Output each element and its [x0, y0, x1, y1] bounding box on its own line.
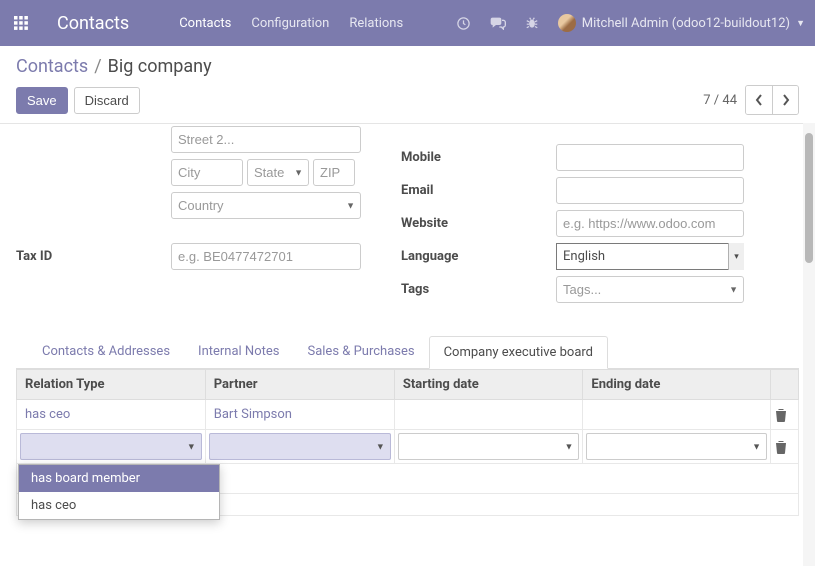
breadcrumb-current: Big company — [108, 56, 212, 77]
relation-type-menu[interactable]: has board member has ceo — [18, 464, 220, 520]
tab-bar: Contacts & Addresses Internal Notes Sale… — [16, 335, 799, 369]
contact-info-column: Mobile Email Website Language English ▾ — [401, 126, 799, 309]
nav-configuration[interactable]: Configuration — [251, 16, 329, 31]
email-input[interactable] — [556, 177, 744, 204]
tab-executive-board[interactable]: Company executive board — [429, 336, 608, 369]
user-menu[interactable]: Mitchell Admin (odoo12-buildout12) ▼ — [558, 14, 805, 32]
state-input[interactable] — [247, 159, 309, 186]
country-input[interactable] — [171, 192, 361, 219]
tags-label: Tags — [401, 282, 556, 297]
discuss-icon[interactable] — [490, 15, 506, 31]
col-actions — [771, 370, 799, 400]
nav-contacts[interactable]: Contacts — [179, 16, 231, 31]
col-ending-date[interactable]: Ending date — [583, 370, 771, 400]
caret-down-icon: ▼ — [564, 441, 573, 452]
caret-down-icon: ▼ — [187, 441, 196, 452]
col-starting-date[interactable]: Starting date — [394, 370, 583, 400]
caret-down-icon: ▼ — [796, 18, 805, 29]
tab-contacts-addresses[interactable]: Contacts & Addresses — [28, 336, 184, 369]
col-partner[interactable]: Partner — [205, 370, 394, 400]
tab-sales-purchases[interactable]: Sales & Purchases — [293, 336, 428, 369]
chevron-down-icon: ▾ — [728, 243, 744, 270]
top-navbar: Contacts Contacts Configuration Relation… — [0, 0, 815, 46]
caret-down-icon: ▼ — [376, 441, 385, 452]
tab-internal-notes[interactable]: Internal Notes — [184, 336, 293, 369]
table-row-editing[interactable]: ▼ ▼ — [17, 430, 799, 464]
pager-next[interactable] — [772, 86, 798, 114]
cell-end[interactable] — [583, 400, 771, 430]
button-row: Save Discard 7 / 44 — [16, 85, 799, 115]
cell-start[interactable] — [394, 400, 583, 430]
partner-dropdown[interactable] — [209, 433, 391, 460]
dropdown-item-board-member[interactable]: has board member — [19, 465, 219, 492]
scrollbar[interactable] — [803, 123, 815, 566]
website-label: Website — [401, 216, 556, 231]
app-title[interactable]: Contacts — [57, 13, 129, 34]
activity-icon[interactable] — [456, 15, 472, 31]
end-date-input[interactable] — [586, 433, 767, 460]
save-button[interactable]: Save — [16, 87, 68, 114]
user-name: Mitchell Admin (odoo12-buildout12) — [582, 16, 790, 31]
systray: Mitchell Admin (odoo12-buildout12) ▼ — [456, 14, 805, 32]
taxid-input[interactable] — [171, 243, 361, 270]
debug-icon[interactable] — [524, 15, 540, 31]
nav-relations[interactable]: Relations — [349, 16, 403, 31]
zip-input[interactable] — [313, 159, 355, 186]
col-relation-type[interactable]: Relation Type — [17, 370, 206, 400]
start-date-input[interactable] — [398, 433, 580, 460]
city-input[interactable] — [171, 159, 243, 186]
relation-type-dropdown[interactable] — [20, 433, 202, 460]
breadcrumb-sep: / — [94, 56, 101, 77]
street2-input[interactable] — [171, 126, 361, 153]
website-input[interactable] — [556, 210, 744, 237]
email-label: Email — [401, 183, 556, 198]
trash-icon[interactable] — [775, 408, 794, 422]
taxid-label: Tax ID — [16, 249, 171, 264]
tags-input[interactable] — [556, 276, 744, 303]
trash-icon[interactable] — [775, 440, 794, 454]
apps-icon[interactable] — [13, 15, 29, 31]
table-row[interactable]: has ceo Bart Simpson — [17, 400, 799, 430]
address-column: ▼ ▼ Tax ID — [16, 126, 381, 309]
language-select[interactable]: English ▾ — [556, 243, 744, 270]
pager-counter[interactable]: 7 / 44 — [703, 93, 737, 108]
breadcrumb-root[interactable]: Contacts — [16, 56, 88, 77]
language-label: Language — [401, 249, 556, 264]
mobile-label: Mobile — [401, 150, 556, 165]
cell-partner[interactable]: Bart Simpson — [205, 400, 394, 430]
cell-relation-type[interactable]: has ceo — [17, 400, 206, 430]
pager: 7 / 44 — [703, 85, 799, 115]
control-panel: Contacts / Big company Save Discard 7 / … — [0, 46, 815, 121]
caret-down-icon: ▼ — [752, 441, 761, 452]
mobile-input[interactable] — [556, 144, 744, 171]
language-value: English — [556, 243, 744, 270]
pager-prev[interactable] — [746, 86, 772, 114]
avatar — [558, 14, 576, 32]
discard-button[interactable]: Discard — [74, 87, 140, 114]
breadcrumb: Contacts / Big company — [16, 56, 799, 77]
scrollbar-thumb[interactable] — [805, 133, 813, 263]
dropdown-item-ceo[interactable]: has ceo — [19, 492, 219, 519]
